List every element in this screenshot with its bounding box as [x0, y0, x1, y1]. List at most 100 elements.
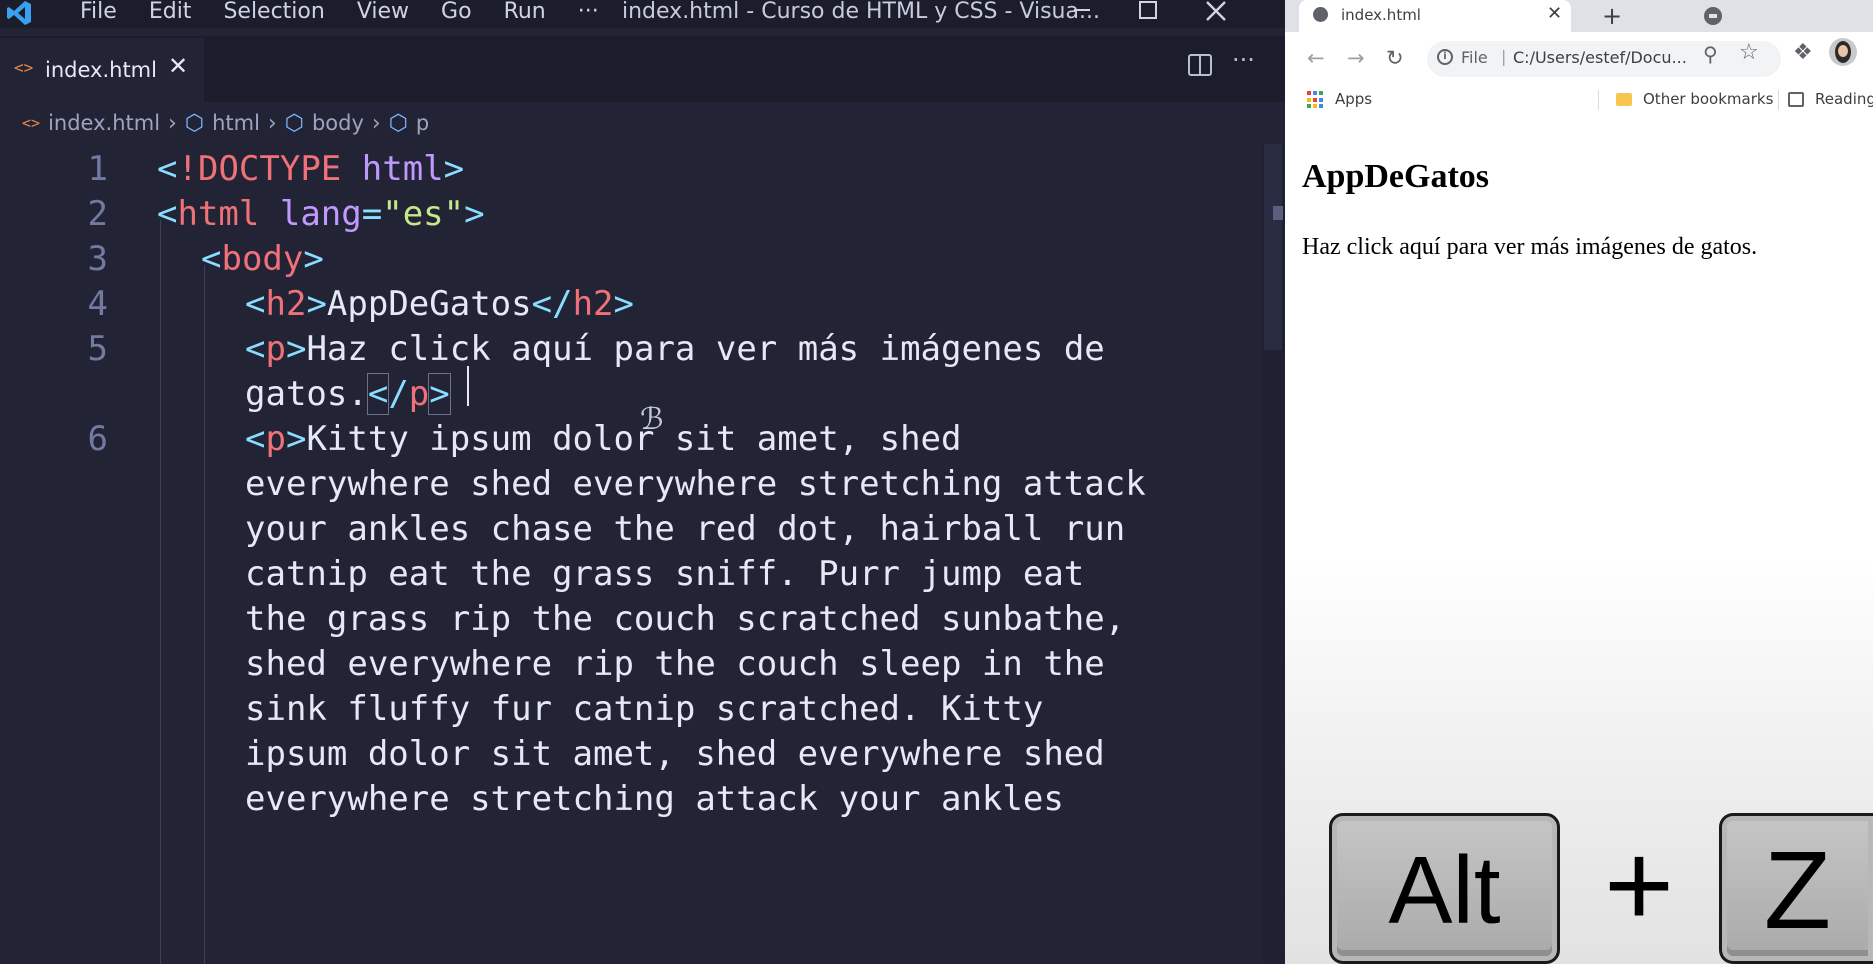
minimize-button[interactable]	[1062, 0, 1102, 28]
tab-label: index.html	[45, 58, 157, 82]
code-line-6: <p>Kitty ipsum dolor sit amet, shed	[245, 419, 962, 459]
profile-avatar[interactable]	[1829, 38, 1857, 66]
indent-guide	[160, 220, 161, 964]
code-line-6-wrap: everywhere shed everywhere stretching at…	[245, 464, 1146, 504]
element-cube-icon: ⬡	[388, 110, 408, 136]
line-number: 6	[87, 419, 108, 459]
close-window-button[interactable]	[1196, 0, 1236, 28]
shortcut-plus: +	[1603, 818, 1675, 952]
code-line-5: <p>Haz click aquí para ver más imágenes …	[245, 329, 1105, 369]
code-token: Haz click aquí para ver más imágenes de	[306, 329, 1105, 369]
code-token: gatos.	[245, 374, 368, 414]
maximize-icon	[1139, 1, 1157, 19]
zoom-icon[interactable]: ⚲	[1703, 42, 1718, 66]
indent-guide	[204, 265, 205, 964]
tab-index-html[interactable]: <> index.html ✕	[0, 38, 204, 102]
tab-search-icon[interactable]	[1704, 7, 1722, 25]
browser-toolbar: ← → ↻ i File | C:/Users/estef/Docu... ⚲ …	[1285, 32, 1873, 86]
code-token: =	[361, 194, 383, 234]
bookmark-star-icon[interactable]: ☆	[1739, 40, 1759, 65]
scroll-position-marker	[1273, 206, 1283, 220]
code-line-6-wrap: sink fluffy fur catnip scratched. Kitty	[245, 689, 1044, 729]
reading-list-icon	[1788, 92, 1804, 107]
code-line-6-wrap: the grass rip the couch scratched sunbat…	[245, 599, 1126, 639]
code-line-6-wrap: your ankles chase the red dot, hairball …	[245, 509, 1126, 549]
address-url[interactable]: C:/Users/estef/Docu...	[1513, 48, 1687, 67]
line-number: 2	[87, 194, 108, 234]
code-token: html	[361, 149, 444, 189]
tab-close-icon[interactable]: ✕	[168, 52, 188, 80]
code-token: html	[177, 194, 260, 234]
chevron-right-icon: ›	[371, 110, 381, 136]
bookmark-reading-list[interactable]: Reading	[1815, 90, 1873, 108]
close-icon	[1206, 1, 1226, 21]
code-token: >	[443, 149, 465, 189]
menu-view[interactable]: View	[341, 0, 425, 26]
forward-arrow-icon[interactable]: →	[1347, 46, 1365, 70]
chevron-right-icon: ›	[267, 110, 277, 136]
chevron-right-icon: ›	[168, 110, 177, 136]
scrollbar-thumb[interactable]	[1264, 144, 1282, 350]
browser-tab[interactable]: index.html ✕	[1299, 0, 1571, 32]
line-number: 5	[87, 329, 108, 369]
line-number: 1	[87, 149, 108, 189]
browser-tab-close-icon[interactable]: ✕	[1547, 3, 1562, 24]
element-cube-icon: ⬡	[284, 110, 304, 136]
info-icon[interactable]: i	[1437, 49, 1453, 65]
keycap-z: Z	[1719, 813, 1873, 964]
breadcrumb-body[interactable]: body	[312, 111, 364, 135]
code-line-2: <html lang="es">	[157, 194, 485, 234]
menu-more[interactable]: ···	[562, 0, 615, 26]
menu-run[interactable]: Run	[488, 0, 562, 26]
menu-file[interactable]: File	[64, 0, 133, 26]
element-cube-icon: ⬡	[184, 110, 205, 136]
breadcrumb-html[interactable]: html	[212, 111, 260, 135]
bookmark-apps[interactable]: Apps	[1335, 90, 1372, 108]
code-token: lang	[279, 194, 362, 234]
editor-tab-bar: <> index.html ✕ ···	[0, 36, 1285, 102]
code-line-3: <body>	[201, 239, 324, 279]
code-line-1: <!DOCTYPE html>	[157, 149, 464, 189]
html-file-icon: <>	[22, 114, 41, 132]
code-token: "es"	[382, 194, 465, 234]
more-actions-icon[interactable]: ···	[1232, 46, 1255, 74]
apps-grid-icon[interactable]	[1307, 91, 1325, 109]
code-line-6-wrap: ipsum dolor sit amet, shed everywhere sh…	[245, 734, 1105, 774]
code-line-4: <h2>AppDeGatos</h2>	[245, 284, 635, 324]
code-token: p	[265, 419, 286, 459]
address-scheme: File	[1461, 48, 1488, 67]
text-cursor	[467, 366, 469, 406]
code-token: <	[157, 149, 178, 189]
browser-tab-strip: index.html ✕ +	[1285, 0, 1873, 32]
code-token: p	[408, 374, 430, 414]
address-bar[interactable]: i File | C:/Users/estef/Docu...	[1427, 41, 1781, 77]
keycap-alt: Alt	[1329, 813, 1560, 964]
bookmarks-bar: Apps Other bookmarks Reading	[1285, 86, 1873, 114]
maximize-button[interactable]	[1128, 0, 1168, 28]
vscode-window: File Edit Selection View Go Run ··· inde…	[0, 0, 1285, 964]
back-arrow-icon[interactable]: ←	[1307, 46, 1325, 70]
reload-icon[interactable]: ↻	[1386, 46, 1404, 70]
code-token: AppDeGatos	[326, 284, 532, 324]
bookmark-other[interactable]: Other bookmarks	[1643, 90, 1773, 108]
browser-tab-title: index.html	[1341, 6, 1421, 24]
menu-edit[interactable]: Edit	[133, 0, 208, 26]
menu-selection[interactable]: Selection	[207, 0, 340, 26]
menu-go[interactable]: Go	[425, 0, 488, 26]
title-bar: File Edit Selection View Go Run ··· inde…	[0, 0, 1285, 28]
bookmarks-separator	[1778, 90, 1779, 110]
line-number: 4	[87, 284, 108, 324]
vscode-logo-icon	[7, 1, 31, 25]
globe-icon	[1313, 7, 1328, 22]
code-token: !	[177, 149, 198, 189]
code-editor[interactable]: 1 2 3 4 5 6 <!DOCTYPE html> <html lang="…	[0, 144, 1260, 964]
breadcrumb-file[interactable]: index.html	[48, 111, 160, 135]
breadcrumb-p[interactable]: p	[416, 111, 429, 135]
code-token: Kitty ipsum dolor sit amet, shed	[306, 419, 962, 459]
line-number: 3	[87, 239, 108, 279]
new-tab-icon[interactable]: +	[1602, 2, 1622, 30]
folder-icon	[1616, 93, 1632, 106]
split-editor-icon[interactable]	[1188, 54, 1212, 76]
extensions-puzzle-icon[interactable]: ❖	[1793, 40, 1813, 65]
code-token: h2	[265, 284, 307, 324]
